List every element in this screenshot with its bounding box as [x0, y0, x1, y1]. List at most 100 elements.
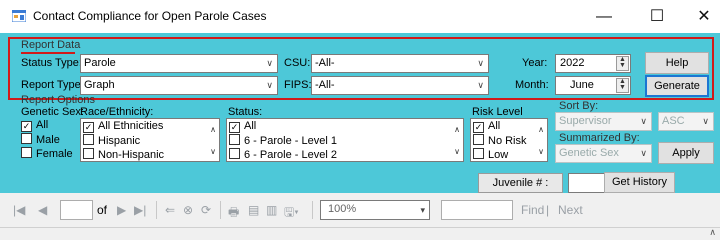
refresh-button[interactable]: ⟳ — [201, 203, 211, 217]
genetic-sex-list[interactable]: ✓ All Male Female — [19, 118, 79, 162]
first-page-button[interactable]: |◀ — [13, 203, 25, 217]
fips-label: FIPS: — [284, 79, 312, 91]
close-button[interactable]: ✕ — [684, 4, 720, 30]
status-item[interactable]: 6 - Parole - Level 2 — [229, 148, 337, 161]
report-type-label: Report Type: — [21, 79, 84, 91]
status-type-value: Parole — [84, 57, 116, 69]
risk-item[interactable]: Low — [473, 148, 508, 161]
next-page-button[interactable]: ▶ — [117, 203, 126, 217]
chevron-down-icon: ∨ — [266, 80, 273, 90]
zoom-select[interactable]: 100% ▾ — [320, 200, 430, 220]
spin-arrows-icon[interactable]: ▲ ▼ — [616, 78, 629, 93]
window-title: Contact Compliance for Open Parole Cases — [33, 9, 267, 23]
status-item[interactable]: 6 - Parole - Level 1 — [229, 134, 337, 147]
report-content-area: ∧ — [0, 227, 720, 240]
spin-arrows-icon[interactable]: ▲ ▼ — [616, 56, 629, 71]
race-item[interactable]: Non-Hispanic — [83, 148, 164, 161]
chevron-down-icon: ▾ — [420, 205, 425, 215]
status-item[interactable]: ✓ All — [229, 120, 256, 133]
summarized-by-select[interactable]: Genetic Sex ∨ — [555, 144, 652, 163]
genetic-sex-label: Genetic Sex: — [21, 106, 84, 118]
month-stepper[interactable]: June ▲ ▼ — [555, 76, 631, 95]
chevron-down-icon: ∨ — [640, 116, 647, 126]
year-stepper[interactable]: 2022 ▲ ▼ — [555, 54, 631, 73]
month-label: Month: — [515, 79, 549, 91]
status-list[interactable]: ✓ All 6 - Parole - Level 1 6 - Parole - L… — [226, 118, 464, 162]
checkbox-checked-icon: ✓ — [473, 122, 484, 133]
checkbox-icon — [83, 148, 94, 159]
checkbox-icon — [83, 134, 94, 145]
stop-button[interactable]: ⊗ — [183, 203, 193, 217]
title-bar: Contact Compliance for Open Parole Cases… — [0, 0, 720, 33]
chevron-down-icon: ∨ — [640, 148, 647, 158]
apply-button[interactable]: Apply — [658, 142, 714, 164]
scroll-up-icon[interactable]: ∧ — [210, 125, 216, 134]
chevron-down-icon: ∨ — [477, 80, 484, 90]
risk-item[interactable]: No Risk — [473, 134, 527, 147]
report-type-select[interactable]: Graph ∨ — [80, 76, 278, 95]
checkbox-checked-icon: ✓ — [83, 122, 94, 133]
scroll-up-icon[interactable]: ∧ — [709, 227, 716, 238]
help-button[interactable]: Help — [645, 52, 709, 74]
csu-select[interactable]: -All- ∨ — [311, 54, 489, 73]
year-label: Year: — [522, 57, 548, 69]
csu-label: CSU: — [284, 57, 311, 69]
find-input[interactable] — [441, 200, 513, 220]
genetic-sex-item[interactable]: ✓ All — [21, 119, 48, 132]
risk-level-label: Risk Level — [472, 106, 523, 118]
chevron-down-icon: ∨ — [266, 58, 273, 68]
risk-item[interactable]: ✓ All — [473, 120, 500, 133]
checkbox-icon — [229, 134, 240, 145]
find-next-button[interactable]: Next — [558, 203, 583, 217]
page-setup-button[interactable]: ▥ — [266, 203, 277, 217]
race-ethnicity-label: Race/Ethnicity: — [80, 106, 154, 118]
genetic-sex-item[interactable]: Female — [21, 147, 73, 160]
race-ethnicity-list[interactable]: ✓ All Ethnicities Hispanic Non-Hispanic ∧… — [80, 118, 220, 162]
report-type-value: Graph — [84, 79, 115, 91]
back-button[interactable]: ⇐ — [165, 203, 175, 217]
risk-level-list[interactable]: ✓ All No Risk Low ∧ ∨ — [470, 118, 548, 162]
toolbar-separator — [220, 201, 221, 219]
fips-value: -All- — [315, 79, 335, 91]
minimize-button[interactable]: — — [584, 4, 624, 30]
status-label: Status: — [228, 106, 263, 118]
generate-button[interactable]: Generate — [645, 75, 709, 97]
genetic-sex-item[interactable]: Male — [21, 133, 60, 146]
export-button[interactable]: 🖫▾ — [284, 203, 299, 224]
sort-by-select[interactable]: Supervisor ∨ — [555, 112, 652, 131]
find-button[interactable]: Find — [521, 203, 544, 217]
print-button[interactable]: 🖶 — [228, 203, 239, 224]
last-page-button[interactable]: ▶| — [134, 203, 146, 217]
checkbox-icon — [21, 133, 32, 144]
scroll-up-icon[interactable]: ∧ — [454, 125, 460, 134]
checkbox-checked-icon: ✓ — [21, 121, 32, 132]
status-type-label: Status Type: — [21, 57, 82, 69]
previous-page-button[interactable]: ◀ — [38, 203, 47, 217]
checkbox-icon — [473, 148, 484, 159]
report-options-label: Report Options — [21, 94, 95, 106]
toolbar-separator — [312, 201, 313, 219]
chevron-down-icon: ∨ — [477, 58, 484, 68]
summarized-by-value: Genetic Sex — [559, 147, 619, 159]
checkbox-checked-icon: ✓ — [229, 122, 240, 133]
maximize-button[interactable]: ☐ — [637, 4, 677, 30]
fips-select[interactable]: -All- ∨ — [311, 76, 489, 95]
report-data-label: Report Data — [21, 39, 81, 51]
get-history-button[interactable]: Get History — [604, 172, 675, 193]
sort-direction-select[interactable]: ASC ∨ — [658, 112, 714, 131]
scroll-up-icon[interactable]: ∧ — [538, 125, 544, 134]
race-item[interactable]: Hispanic — [83, 134, 140, 147]
sort-by-value: Supervisor — [559, 115, 612, 127]
zoom-value: 100% — [328, 203, 357, 215]
status-type-select[interactable]: Parole ∨ — [80, 54, 278, 73]
race-item[interactable]: ✓ All Ethnicities — [83, 120, 163, 133]
print-layout-button[interactable]: ▤ — [248, 203, 259, 217]
sort-direction-value: ASC — [662, 115, 685, 127]
checkbox-icon — [473, 134, 484, 145]
scroll-down-icon[interactable]: ∨ — [210, 147, 216, 156]
scroll-down-icon[interactable]: ∨ — [538, 147, 544, 156]
scroll-down-icon[interactable]: ∨ — [454, 147, 460, 156]
csu-value: -All- — [315, 57, 335, 69]
page-number-input[interactable] — [60, 200, 93, 220]
year-value: 2022 — [560, 57, 585, 69]
